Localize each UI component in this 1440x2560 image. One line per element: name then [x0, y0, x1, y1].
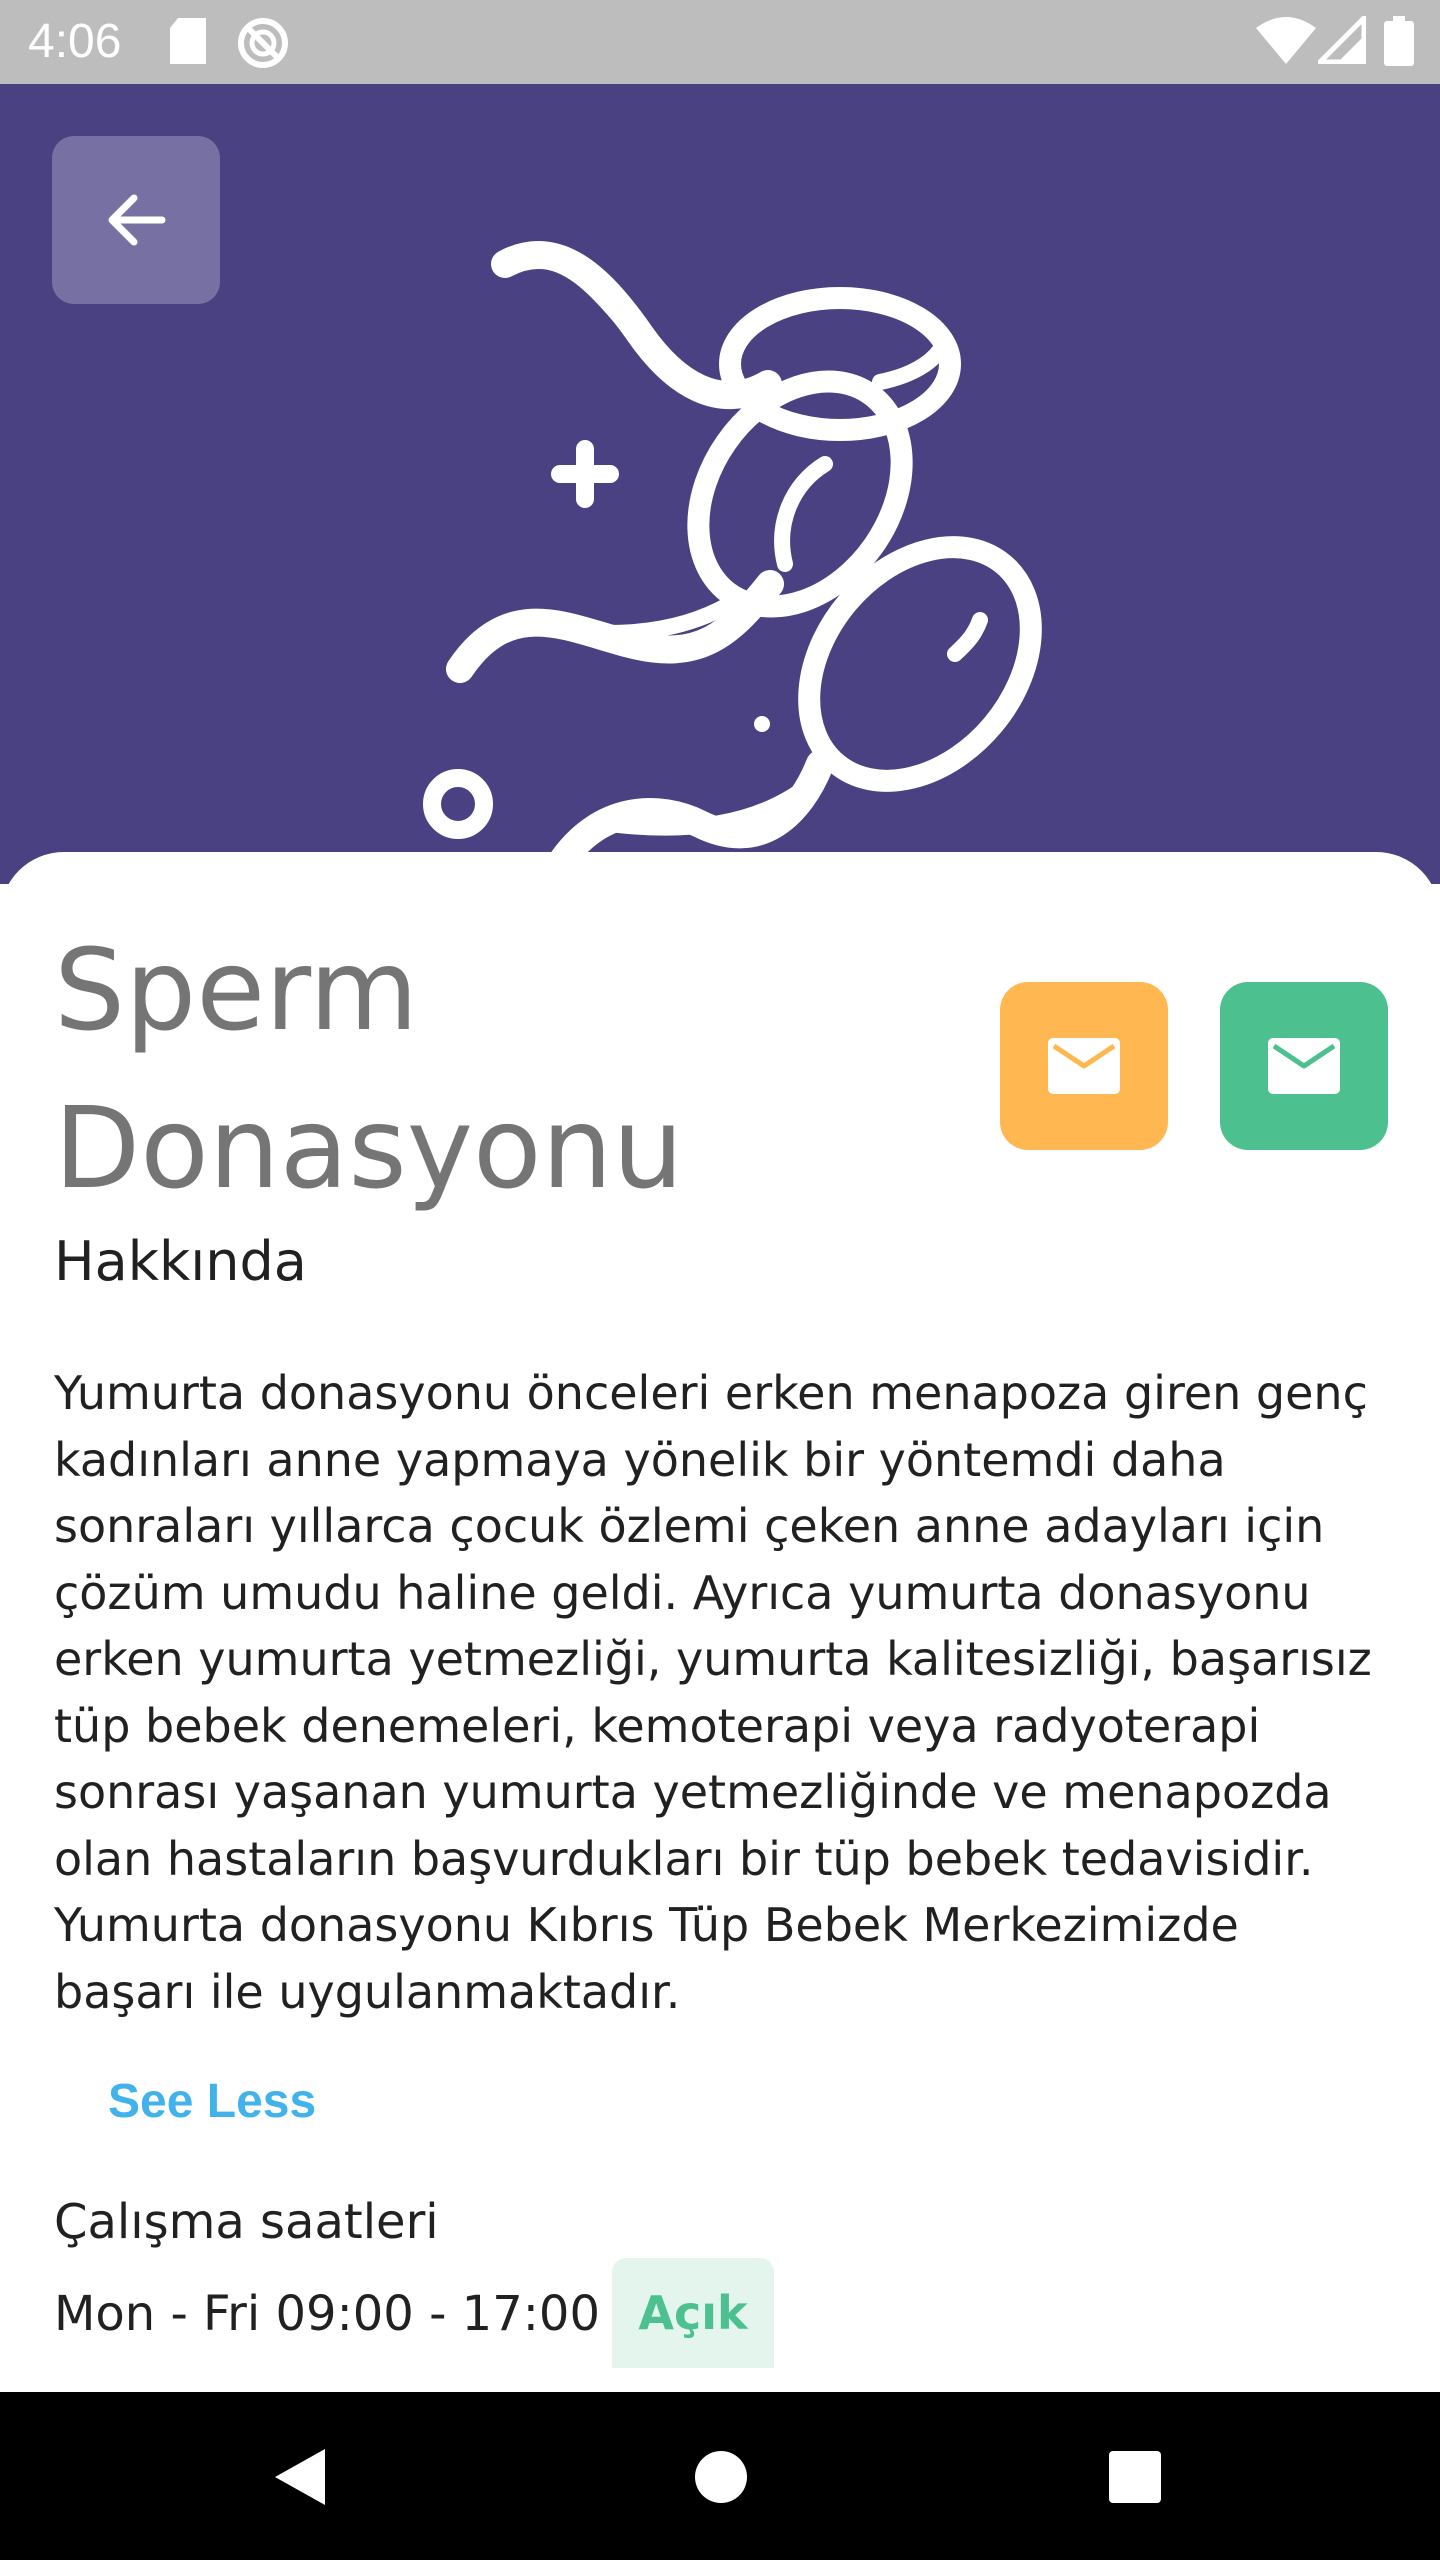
see-less-link[interactable]: See Less [108, 2074, 316, 2129]
system-navigation-bar [0, 2392, 1440, 2560]
back-button[interactable] [52, 136, 220, 304]
nav-recents-button[interactable] [1090, 2432, 1180, 2522]
mail-button-orange[interactable] [1000, 982, 1168, 1150]
nav-home-button[interactable] [676, 2432, 766, 2522]
working-hours-heading: Çalışma saatleri [54, 2194, 439, 2250]
mail-button-green[interactable] [1220, 982, 1388, 1150]
home-circle-icon [695, 2451, 747, 2503]
mail-icon [1048, 1038, 1120, 1094]
working-hours-value: Mon - Fri 09:00 - 17:00 [54, 2286, 600, 2342]
page-title: Sperm Donasyonu [54, 926, 684, 1214]
nav-back-button[interactable] [256, 2432, 346, 2522]
wifi-icon [1256, 17, 1316, 64]
header-banner [0, 84, 1440, 884]
recents-square-icon [1109, 2451, 1161, 2503]
about-text: Yumurta donasyonu önceleri erken menapoz… [54, 1366, 1372, 2019]
about-heading: Hakkında [54, 1230, 307, 1293]
detail-card: Sperm Donasyonu Hakkında Yumurta donasyo… [0, 852, 1440, 2392]
sd-card-icon [170, 18, 206, 64]
status-time: 4:06 [28, 15, 122, 68]
back-triangle-icon [275, 2449, 325, 2505]
do-not-disturb-icon [238, 18, 288, 68]
battery-icon [1384, 16, 1414, 66]
open-status-badge: Açık [612, 2258, 774, 2368]
sperm-cells-illustration [423, 240, 1042, 878]
mail-icon [1268, 1038, 1340, 1094]
status-bar: 4:06 [0, 0, 1440, 84]
arrow-left-icon [108, 194, 166, 246]
signal-icon [1318, 16, 1366, 64]
